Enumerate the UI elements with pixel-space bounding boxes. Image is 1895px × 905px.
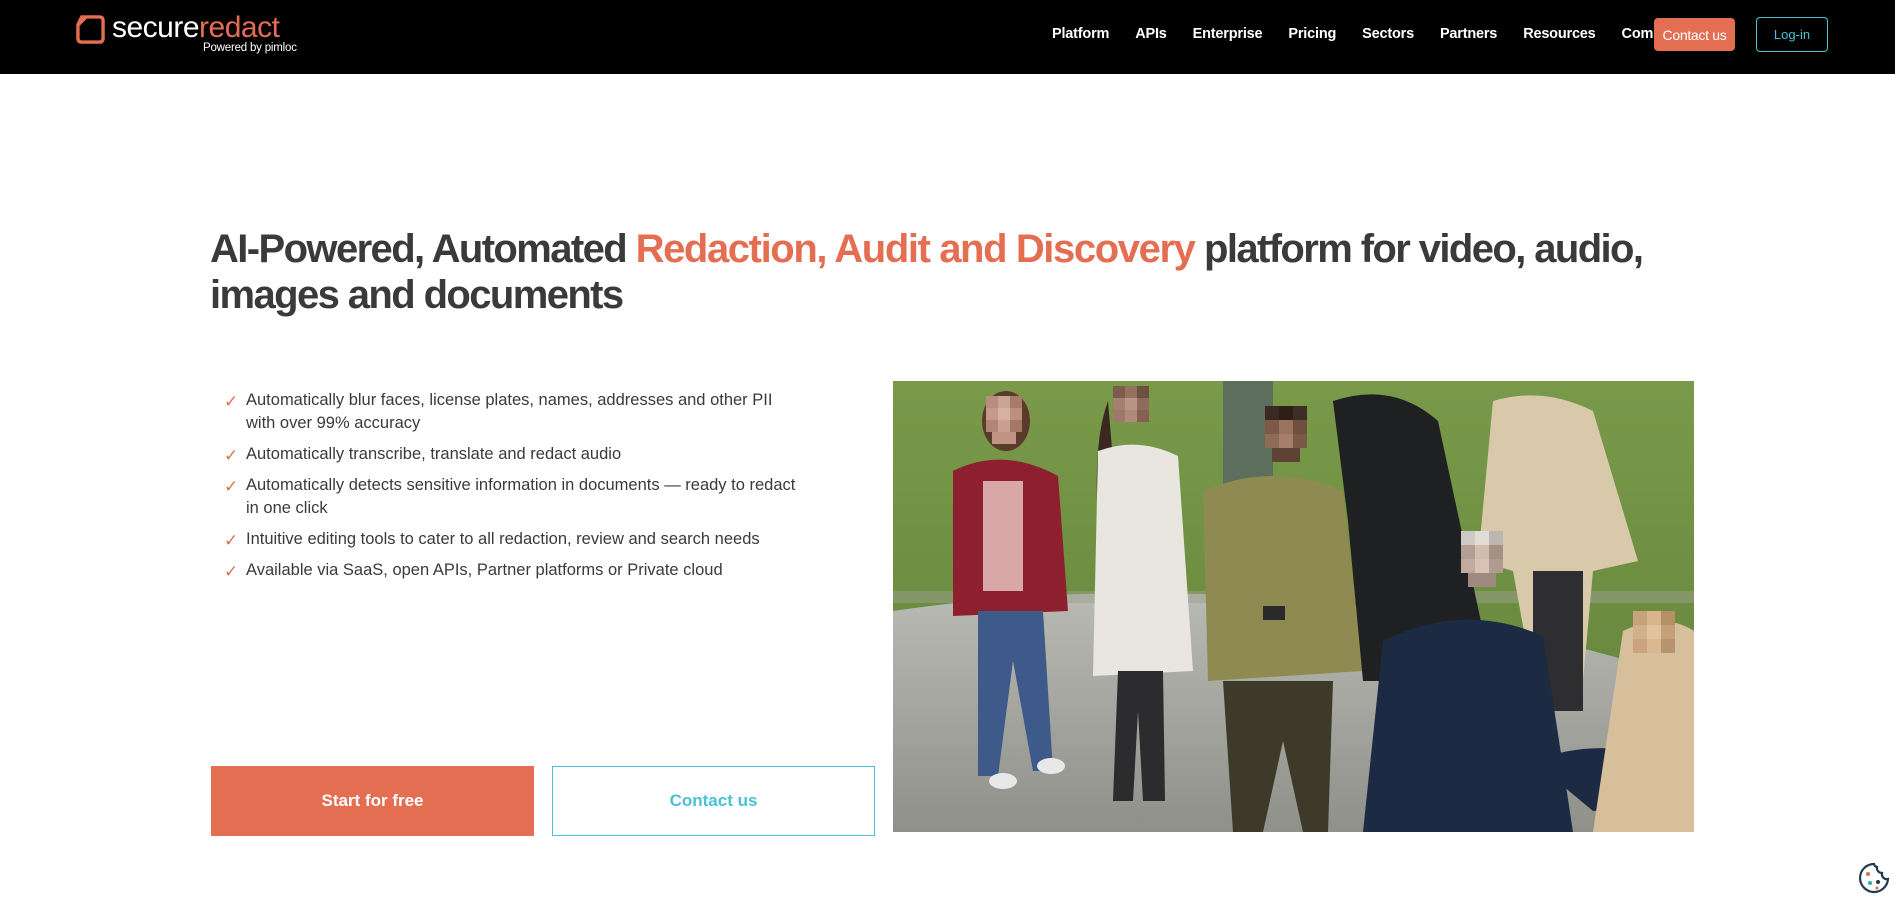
cookie-settings-button[interactable] [1857,861,1891,895]
feature-item: ✓ Available via SaaS, open APIs, Partner… [224,559,804,582]
check-icon: ✓ [224,562,239,581]
nav-item-platform[interactable]: Platform [1052,26,1109,42]
headline-accent: Redaction, Audit and Discovery [635,227,1196,271]
login-button[interactable]: Log-in [1756,17,1828,52]
check-icon: ✓ [224,531,239,550]
feature-text: Intuitive editing tools to cater to all … [246,530,760,548]
check-icon: ✓ [224,446,239,465]
logo-tagline: Powered by pimloc [203,42,297,54]
logo-wordmark-secure: secure [112,11,200,44]
nav-item-apis[interactable]: APIs [1135,26,1167,42]
feature-text: Automatically transcribe, translate and … [246,445,622,463]
feature-item: ✓ Automatically blur faces, license plat… [224,389,804,435]
feature-item: ✓ Intuitive editing tools to cater to al… [224,528,804,551]
nav-item-enterprise[interactable]: Enterprise [1193,26,1263,42]
feature-text: Automatically detects sensitive informat… [246,476,796,517]
feature-text: Available via SaaS, open APIs, Partner p… [246,561,723,579]
hero-headline: AI-Powered, Automated Redaction, Audit a… [210,226,1710,318]
feature-text: Automatically blur faces, license plates… [246,391,773,432]
nav-item-pricing[interactable]: Pricing [1288,26,1336,42]
nav-item-partners[interactable]: Partners [1440,26,1497,42]
feature-item: ✓ Automatically detects sensitive inform… [224,474,804,520]
pixelated-face [1633,611,1675,653]
start-for-free-button[interactable]: Start for free [211,766,534,836]
feature-list: ✓ Automatically blur faces, license plat… [224,389,804,590]
logo-wordmark: secureredact [112,10,280,46]
feature-item: ✓ Automatically transcribe, translate an… [224,443,804,466]
crowd-photo-illustration [893,381,1694,832]
site-header: secureredact Powered by pimloc Platform … [0,0,1895,74]
nav-item-resources[interactable]: Resources [1523,26,1596,42]
cookie-icon [1858,862,1890,894]
pixelated-face [1113,386,1149,422]
header-contact-button[interactable]: Contact us [1654,18,1735,51]
check-icon: ✓ [224,477,239,496]
main-nav: Platform APIs Enterprise Pricing Sectors… [1052,22,1686,46]
hero-image [893,381,1694,832]
headline-prefix: AI-Powered, Automated [210,227,636,271]
securedact-logo[interactable]: secureredact Powered by pimloc [76,10,306,59]
contact-us-button[interactable]: Contact us [552,766,875,836]
nav-item-sectors[interactable]: Sectors [1362,26,1414,42]
check-icon: ✓ [224,392,239,411]
logo-mark-icon [76,15,105,44]
logo-wordmark-redact: redact [199,11,280,44]
